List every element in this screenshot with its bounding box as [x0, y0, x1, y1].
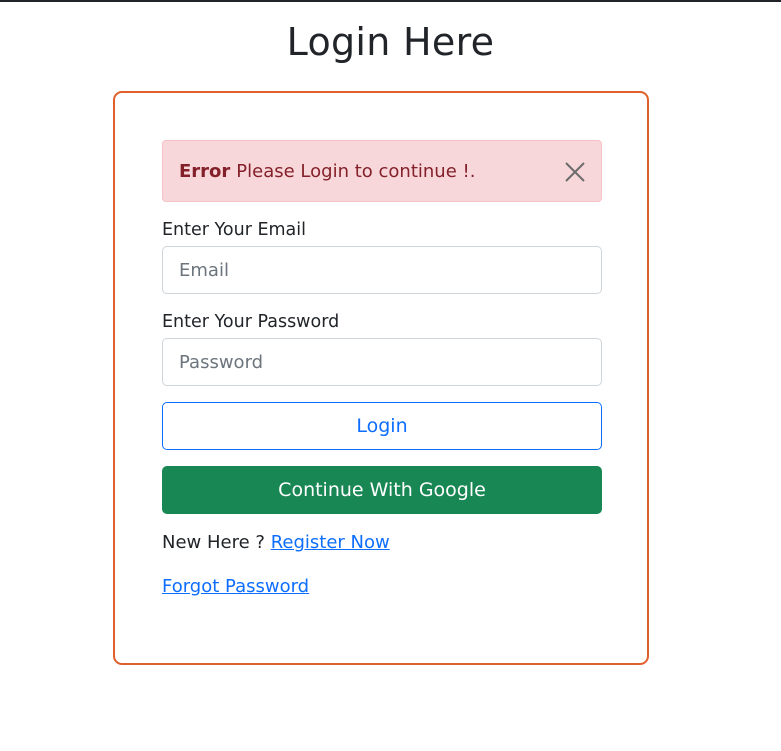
top-divider	[0, 0, 781, 2]
page-title: Login Here	[286, 20, 495, 64]
google-login-button[interactable]: Continue With Google	[162, 466, 602, 514]
alert-message: Please Login to continue !.	[236, 160, 476, 182]
new-here-text: New Here ?	[162, 532, 265, 553]
password-label: Enter Your Password	[162, 312, 340, 332]
register-prompt: New Here ? Register Now	[162, 532, 390, 553]
forgot-row: Forgot Password	[162, 576, 309, 597]
password-input[interactable]	[162, 338, 602, 386]
email-input[interactable]	[162, 246, 602, 294]
register-link[interactable]: Register Now	[271, 532, 390, 553]
close-icon[interactable]	[563, 160, 587, 184]
forgot-password-link[interactable]: Forgot Password	[162, 576, 309, 597]
error-alert: Error Please Login to continue !.	[162, 140, 602, 202]
email-label: Enter Your Email	[162, 220, 307, 240]
login-button[interactable]: Login	[162, 402, 602, 450]
alert-strong: Error	[179, 160, 231, 182]
